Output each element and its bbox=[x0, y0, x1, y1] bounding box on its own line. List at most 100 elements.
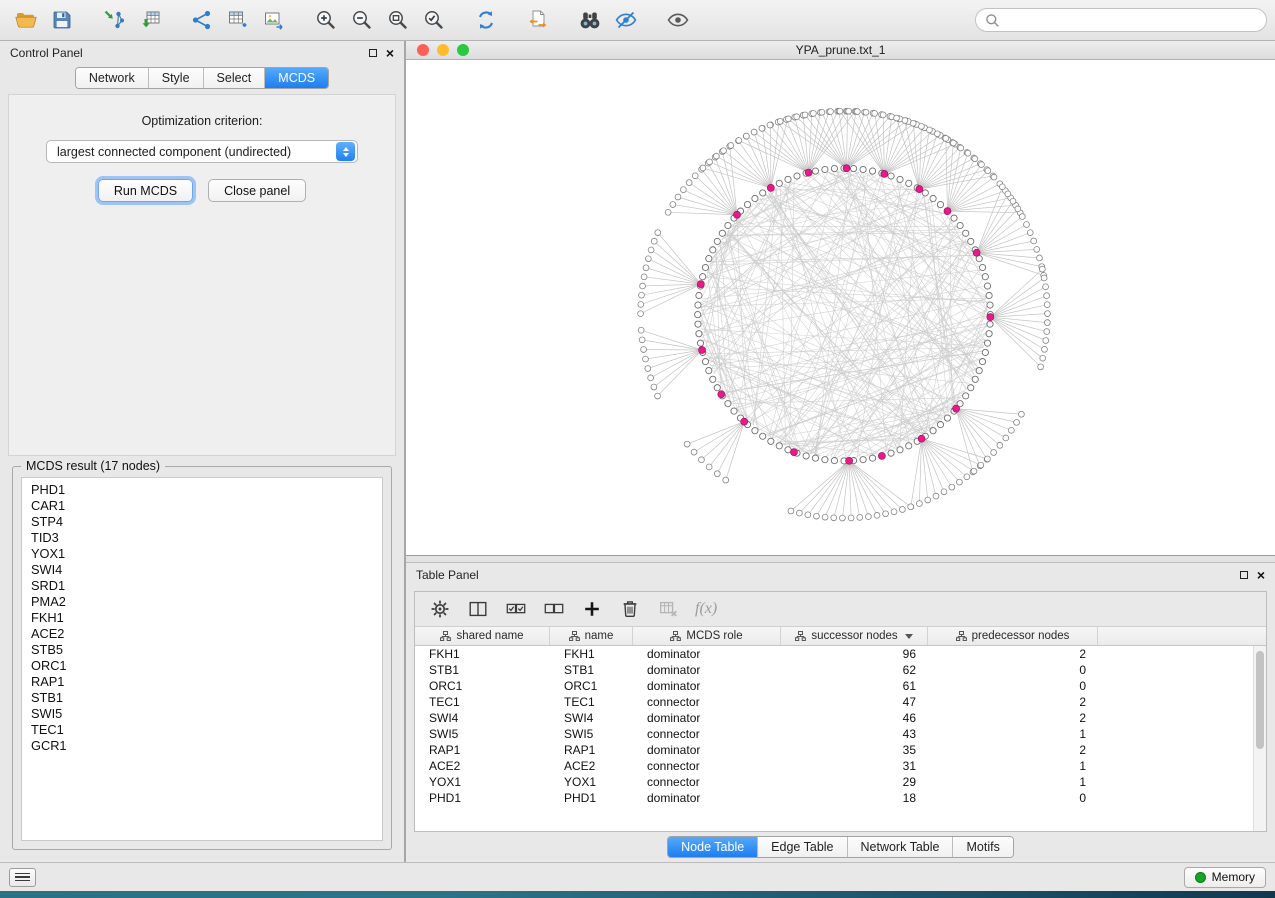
table-row[interactable]: TEC1TEC1connector472 bbox=[415, 694, 1266, 710]
open-session-button[interactable] bbox=[8, 4, 44, 36]
zoom-fit-button[interactable] bbox=[380, 4, 416, 36]
zoom-selected-icon bbox=[422, 8, 446, 32]
close-panel-push-button[interactable]: Close panel bbox=[208, 179, 306, 202]
scrollbar-thumb[interactable] bbox=[1256, 651, 1264, 749]
close-table-panel-button[interactable]: × bbox=[1257, 570, 1265, 580]
zoom-selected-button[interactable] bbox=[416, 4, 452, 36]
result-node-item[interactable]: SWI4 bbox=[22, 562, 382, 578]
run-mcds-button[interactable]: Run MCDS bbox=[98, 179, 193, 202]
table-cell: 2 bbox=[928, 742, 1098, 758]
column-header-successor-nodes[interactable]: successor nodes bbox=[781, 627, 928, 645]
criterion-dropdown[interactable]: largest connected component (undirected) bbox=[46, 140, 358, 163]
search-box[interactable] bbox=[975, 8, 1267, 32]
tab-motifs[interactable]: Motifs bbox=[952, 837, 1012, 857]
tab-mcds[interactable]: MCDS bbox=[264, 68, 328, 88]
table-cell: YOX1 bbox=[550, 774, 633, 790]
table-row[interactable]: FKH1FKH1dominator962 bbox=[415, 646, 1266, 662]
table-cell: 0 bbox=[928, 678, 1098, 694]
result-node-item[interactable]: RAP1 bbox=[22, 674, 382, 690]
result-node-item[interactable]: STB5 bbox=[22, 642, 382, 658]
network-view-window: YPA_prune.txt_1 bbox=[406, 41, 1275, 556]
add-row-button[interactable] bbox=[581, 598, 603, 620]
clear-table-button[interactable] bbox=[657, 598, 679, 620]
network-graph-canvas[interactable] bbox=[406, 60, 1275, 555]
tab-network[interactable]: Network bbox=[76, 68, 148, 88]
zoom-in-button[interactable] bbox=[308, 4, 344, 36]
table-row[interactable]: STB1STB1dominator620 bbox=[415, 662, 1266, 678]
new-network-button[interactable] bbox=[184, 4, 220, 36]
function-builder-button[interactable]: f(x) bbox=[695, 600, 717, 618]
result-node-item[interactable]: PMA2 bbox=[22, 594, 382, 610]
tab-style[interactable]: Style bbox=[148, 68, 203, 88]
save-session-button[interactable] bbox=[44, 4, 80, 36]
table-cell: 1 bbox=[928, 774, 1098, 790]
window-close-button[interactable] bbox=[417, 44, 429, 56]
open-session-icon bbox=[14, 8, 38, 32]
table-row[interactable]: PHD1PHD1dominator180 bbox=[415, 790, 1266, 806]
deselect-all-button[interactable] bbox=[543, 598, 565, 620]
mcds-result-list[interactable]: PHD1CAR1STP4TID3YOX1SWI4SRD1PMA2FKH1ACE2… bbox=[21, 477, 383, 841]
result-node-item[interactable]: TID3 bbox=[22, 530, 382, 546]
table-row[interactable]: ACE2ACE2connector311 bbox=[415, 758, 1266, 774]
share-document-button[interactable] bbox=[520, 4, 556, 36]
close-panel-button[interactable]: × bbox=[386, 48, 394, 58]
result-node-item[interactable]: CAR1 bbox=[22, 498, 382, 514]
table-cell: dominator bbox=[633, 646, 781, 662]
result-node-item[interactable]: ORC1 bbox=[22, 658, 382, 674]
search-network-icon bbox=[578, 8, 602, 32]
column-header-predecessor-nodes[interactable]: predecessor nodes bbox=[928, 627, 1098, 645]
zoom-out-button[interactable] bbox=[344, 4, 380, 36]
table-row[interactable]: SWI4SWI4dominator462 bbox=[415, 710, 1266, 726]
result-node-item[interactable]: TEC1 bbox=[22, 722, 382, 738]
table-scrollbar[interactable] bbox=[1253, 646, 1266, 831]
float-panel-button[interactable] bbox=[369, 49, 377, 57]
select-all-button[interactable] bbox=[505, 598, 527, 620]
window-minimize-button[interactable] bbox=[437, 44, 449, 56]
table-cell: 0 bbox=[928, 790, 1098, 806]
dropdown-stepper-icon bbox=[336, 142, 355, 161]
panel-menu-button[interactable] bbox=[9, 868, 36, 887]
toggle-columns-button[interactable] bbox=[467, 598, 489, 620]
search-input[interactable] bbox=[1006, 13, 1257, 27]
float-table-panel-button[interactable] bbox=[1240, 571, 1248, 579]
result-node-item[interactable]: YOX1 bbox=[22, 546, 382, 562]
result-node-item[interactable]: GCR1 bbox=[22, 738, 382, 754]
table-row[interactable]: SWI5SWI5connector431 bbox=[415, 726, 1266, 742]
column-header-shared-name[interactable]: shared name bbox=[415, 627, 550, 645]
column-header-MCDS-role[interactable]: MCDS role bbox=[633, 627, 781, 645]
settings-button[interactable] bbox=[429, 598, 451, 620]
tab-network-table[interactable]: Network Table bbox=[847, 837, 953, 857]
export-image-button[interactable] bbox=[256, 4, 292, 36]
table-row[interactable]: RAP1RAP1dominator352 bbox=[415, 742, 1266, 758]
new-table-button[interactable] bbox=[220, 4, 256, 36]
result-node-item[interactable]: SRD1 bbox=[22, 578, 382, 594]
table-cell: RAP1 bbox=[550, 742, 633, 758]
tab-edge-table[interactable]: Edge Table bbox=[757, 837, 846, 857]
hide-panels-button[interactable] bbox=[608, 4, 644, 36]
horizontal-splitter[interactable] bbox=[406, 556, 1275, 563]
table-cell: 47 bbox=[781, 694, 928, 710]
tab-node-table[interactable]: Node Table bbox=[668, 837, 757, 857]
show-panels-button[interactable] bbox=[660, 4, 696, 36]
result-node-item[interactable]: PHD1 bbox=[22, 482, 382, 498]
table-row[interactable]: YOX1YOX1connector291 bbox=[415, 774, 1266, 790]
import-table-button[interactable] bbox=[132, 4, 168, 36]
result-node-item[interactable]: STP4 bbox=[22, 514, 382, 530]
table-cell: 2 bbox=[928, 646, 1098, 662]
network-window-titlebar[interactable]: YPA_prune.txt_1 bbox=[406, 41, 1275, 60]
delete-row-button[interactable] bbox=[619, 598, 641, 620]
result-node-item[interactable]: FKH1 bbox=[22, 610, 382, 626]
window-zoom-button[interactable] bbox=[457, 44, 469, 56]
result-node-item[interactable]: STB1 bbox=[22, 690, 382, 706]
table-row[interactable]: ORC1ORC1dominator610 bbox=[415, 678, 1266, 694]
result-node-item[interactable]: SWI5 bbox=[22, 706, 382, 722]
column-header-name[interactable]: name bbox=[550, 627, 633, 645]
search-network-button[interactable] bbox=[572, 4, 608, 36]
result-node-item[interactable]: ACE2 bbox=[22, 626, 382, 642]
export-image-icon bbox=[262, 8, 286, 32]
import-network-button[interactable] bbox=[96, 4, 132, 36]
tab-select[interactable]: Select bbox=[203, 68, 265, 88]
toggle-columns-icon bbox=[467, 598, 489, 620]
memory-button[interactable]: Memory bbox=[1184, 867, 1266, 888]
refresh-layout-button[interactable] bbox=[468, 4, 504, 36]
